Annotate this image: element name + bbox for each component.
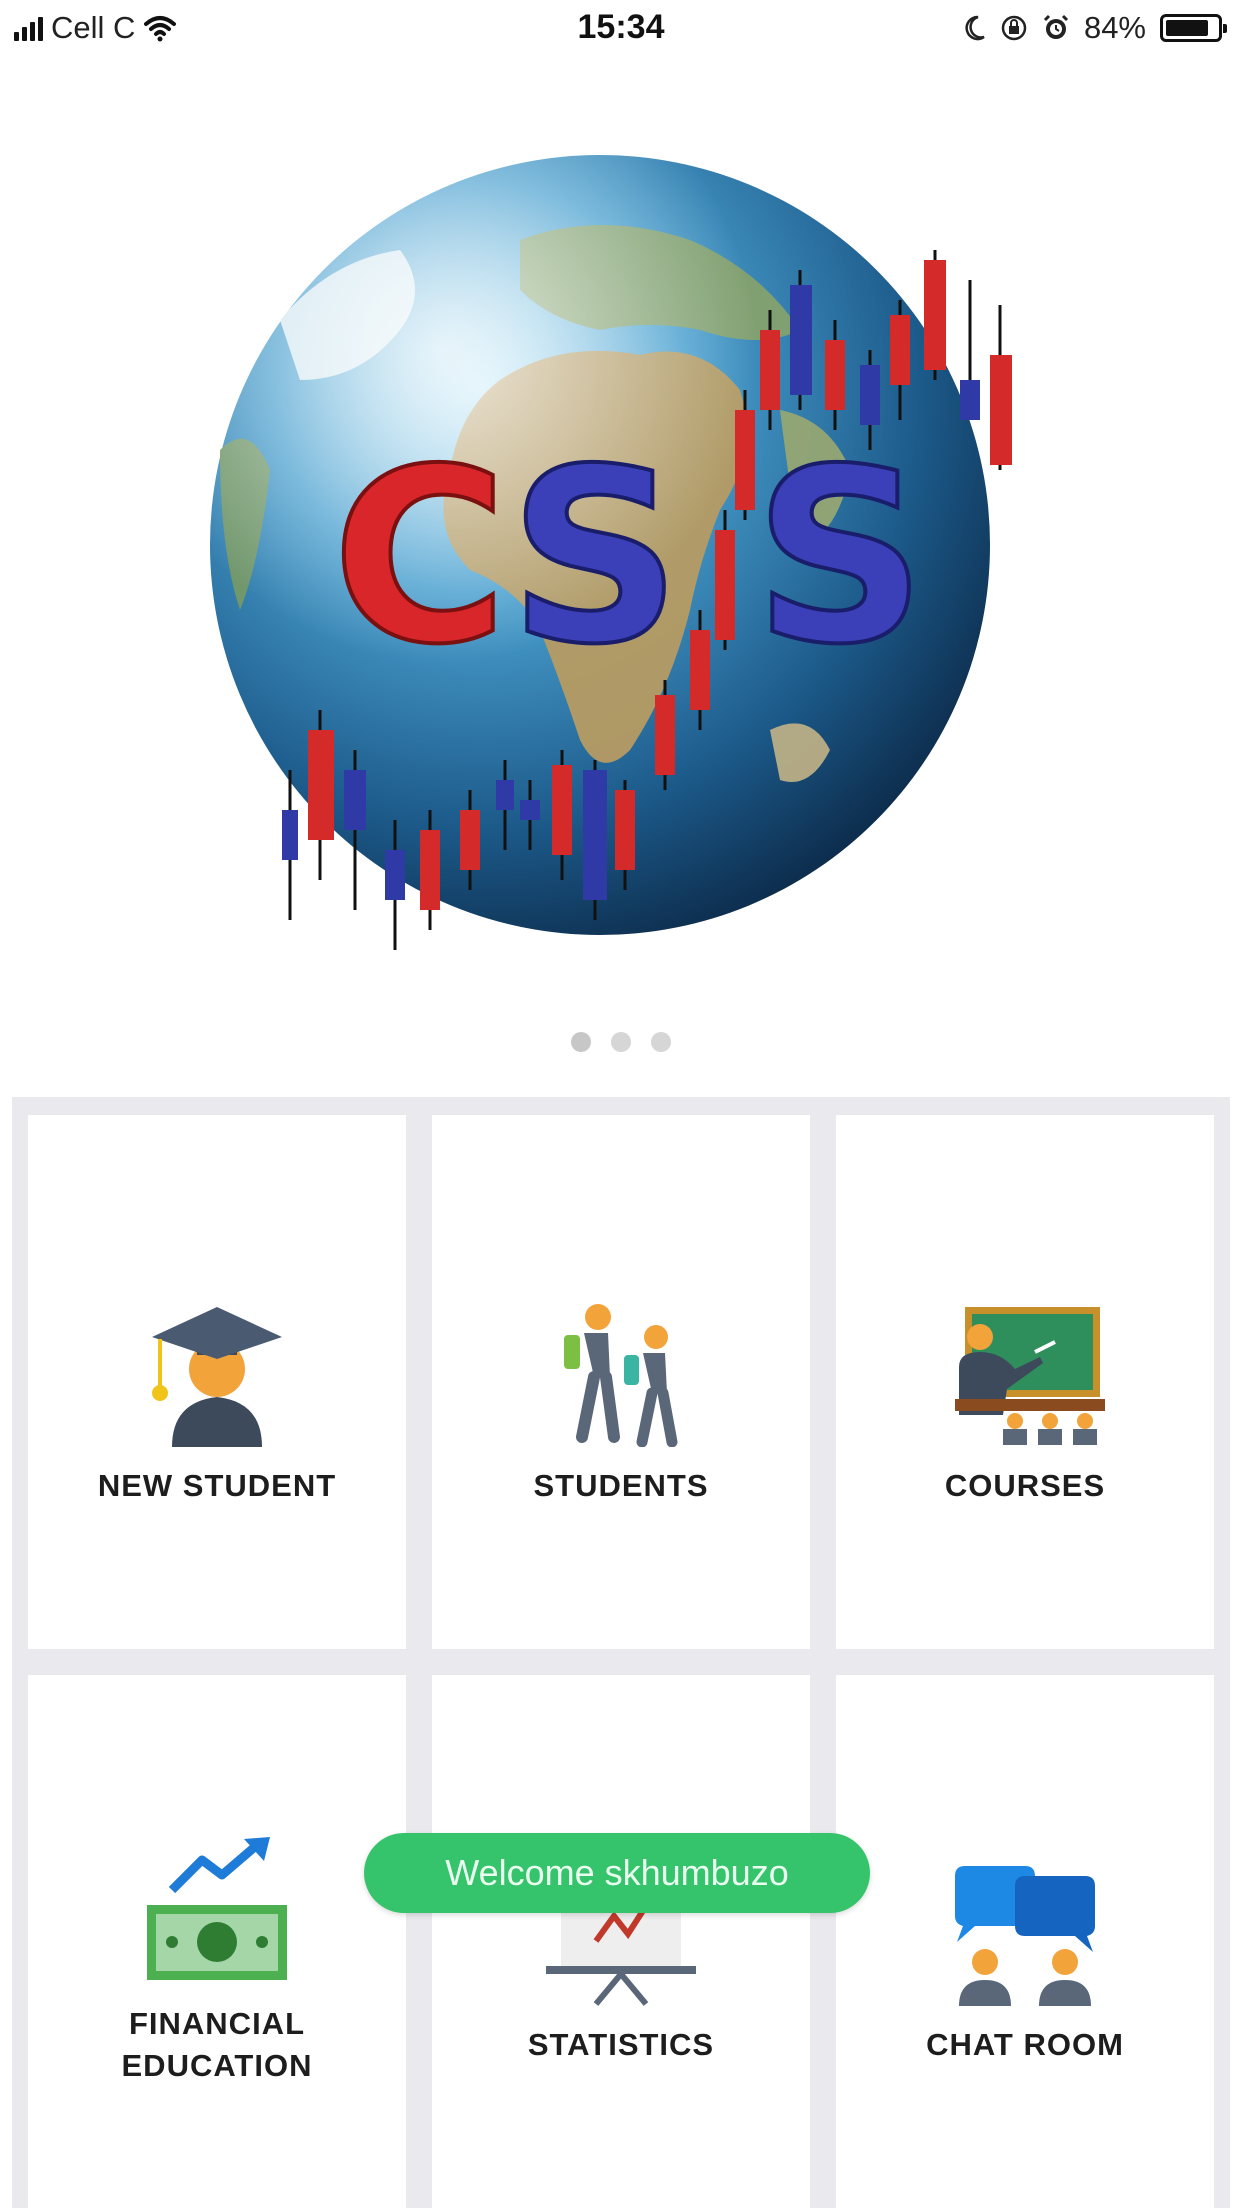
pager-dot[interactable]	[571, 1032, 591, 1052]
lock-rotation-icon	[1001, 15, 1027, 41]
tile-label: STUDENTS	[533, 1467, 709, 1503]
logo-letter-c: C	[332, 417, 508, 697]
tile-label: CHAT ROOM	[926, 2027, 1124, 2063]
money-growth-icon	[132, 1835, 302, 1985]
tile-chat-room[interactable]: CHAT ROOM	[836, 1674, 1214, 2208]
battery-icon	[1160, 14, 1227, 42]
welcome-toast: Welcome skhumbuzo	[364, 1833, 870, 1913]
tile-label: STATISTICS	[527, 2027, 715, 2063]
carousel-pager[interactable]	[0, 1032, 1242, 1052]
status-right: 84%	[964, 10, 1227, 46]
tile-label: NEW STUDENT	[97, 1467, 337, 1503]
students-walking-icon	[536, 1297, 706, 1447]
moon-icon	[965, 15, 985, 41]
tile-new-student[interactable]: NEW STUDENT	[28, 1115, 406, 1649]
chat-room-icon	[940, 1856, 1110, 2007]
menu-grid: NEW STUDENT STUDENTS COURSES FINANCIAL E…	[12, 1097, 1230, 2208]
status-bar: Cell C 15:34 84%	[0, 0, 1242, 60]
tile-statistics[interactable]: STATISTICS	[432, 1674, 810, 2208]
tile-courses[interactable]: COURSES	[836, 1115, 1214, 1649]
tile-students[interactable]: STUDENTS	[432, 1115, 810, 1649]
logo-letter-s2: S	[754, 417, 927, 697]
logo-letter-s1: S	[509, 417, 682, 697]
graduate-icon	[132, 1297, 302, 1447]
battery-percent: 84%	[1083, 10, 1146, 45]
tile-financial-education[interactable]: FINANCIAL EDUCATION	[28, 1674, 406, 2208]
pager-dot[interactable]	[651, 1032, 671, 1052]
battery-fill	[1166, 20, 1208, 36]
globe-logo-image: C S S	[210, 155, 1012, 950]
pager-dot[interactable]	[611, 1032, 631, 1052]
tile-label: FINANCIAL EDUCATION	[121, 2006, 313, 2084]
tile-label: COURSES	[944, 1467, 1106, 1503]
hero-carousel[interactable]: C S S	[0, 90, 1242, 990]
alarm-icon	[1043, 14, 1069, 39]
classroom-icon	[940, 1297, 1110, 1447]
